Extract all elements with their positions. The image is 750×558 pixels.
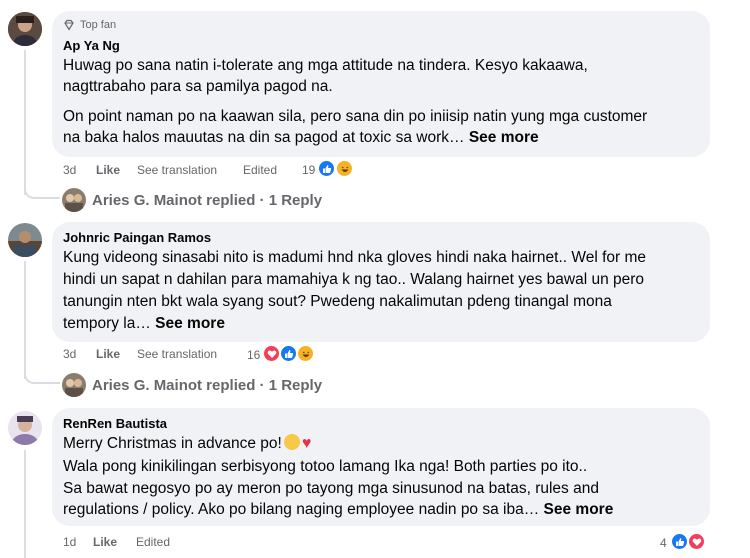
view-replies-link[interactable]: Aries G. Mainot replied · 1 Reply (92, 377, 322, 394)
avatar[interactable] (62, 188, 86, 212)
avatar[interactable] (8, 12, 42, 46)
comment-text-line: hindi un sapat n dahilan para mamahiya k… (63, 271, 645, 288)
comment-text-line: regulations / policy. Ako po bilang nagi… (63, 501, 614, 518)
like-reaction-icon (318, 160, 335, 177)
haha-reaction-icon (297, 345, 314, 362)
view-replies-link[interactable]: Aries G. Mainot replied · 1 Reply (92, 192, 322, 209)
avatar[interactable] (8, 411, 42, 445)
thread-line (24, 450, 26, 558)
reply-connector (24, 368, 60, 384)
comment-text-line: Sa bawat negosyo po ay meron po tayong m… (63, 480, 599, 497)
comment-time[interactable]: 1d (63, 535, 76, 549)
avatar-photo-icon (8, 411, 42, 445)
comment-author[interactable]: Ap Ya Ng (63, 38, 120, 53)
see-translation-link[interactable]: See translation (137, 347, 217, 361)
comment-author[interactable]: Johnric Paingan Ramos (63, 230, 211, 245)
avatar[interactable] (62, 373, 86, 397)
like-button[interactable]: Like (93, 535, 117, 549)
haha-reaction-icon (336, 160, 353, 177)
see-translation-link[interactable]: See translation (137, 163, 217, 177)
see-more-link[interactable]: See more (155, 315, 225, 332)
comment-text-line: tanungin nten bkt wala syang sout? Pwede… (63, 293, 612, 310)
comment-text-line: tempory la… See more (63, 315, 225, 332)
see-more-link[interactable]: See more (544, 501, 614, 518)
reply-connector (24, 183, 60, 199)
avatar-photo-icon (62, 188, 86, 212)
like-reaction-icon (671, 533, 688, 550)
reaction-count[interactable]: 19 (302, 163, 315, 177)
thread-line (24, 261, 26, 379)
thread-line (24, 50, 26, 195)
edited-label: Edited (243, 163, 278, 177)
comment-author[interactable]: RenRen Bautista (63, 416, 167, 431)
comment-text-line: Merry Christmas in advance po! ♥ (63, 434, 312, 452)
comment-text-line: na baka halos mauutas na din sa pagod at… (63, 129, 539, 146)
comment-text-line: Kung videong sinasabi nito is madumi hnd… (63, 249, 647, 266)
smiling-face-emoji-icon (283, 434, 300, 450)
edited-label: Edited (136, 535, 171, 549)
comment-text-line: nagttrabaho para sa pamilya pagod na. (63, 78, 333, 95)
love-reaction-icon (688, 533, 705, 550)
love-reaction-icon (263, 345, 280, 362)
comment-time[interactable]: 3d (63, 163, 76, 177)
like-reaction-icon (280, 345, 297, 362)
top-fan-icon (63, 18, 75, 36)
avatar-photo-icon (62, 373, 86, 397)
comment-text-line: Huwag po sana natin i-tolerate ang mga a… (63, 57, 588, 74)
red-heart-emoji-icon: ♥ (301, 435, 312, 452)
reaction-count[interactable]: 4 (660, 536, 667, 550)
avatar-photo-icon (8, 223, 42, 257)
like-button[interactable]: Like (96, 163, 120, 177)
comment-text-line: Wala pong kinikilingan serbisyong totoo … (63, 458, 588, 475)
top-fan-badge: Top fan (80, 19, 117, 31)
like-button[interactable]: Like (96, 347, 120, 361)
reaction-count[interactable]: 16 (247, 348, 260, 362)
comment-text-line: On point naman po na kaawan sila, pero s… (63, 108, 648, 125)
see-more-link[interactable]: See more (469, 129, 539, 146)
comment-time[interactable]: 3d (63, 347, 76, 361)
avatar-photo-icon (8, 12, 42, 46)
avatar[interactable] (8, 223, 42, 257)
